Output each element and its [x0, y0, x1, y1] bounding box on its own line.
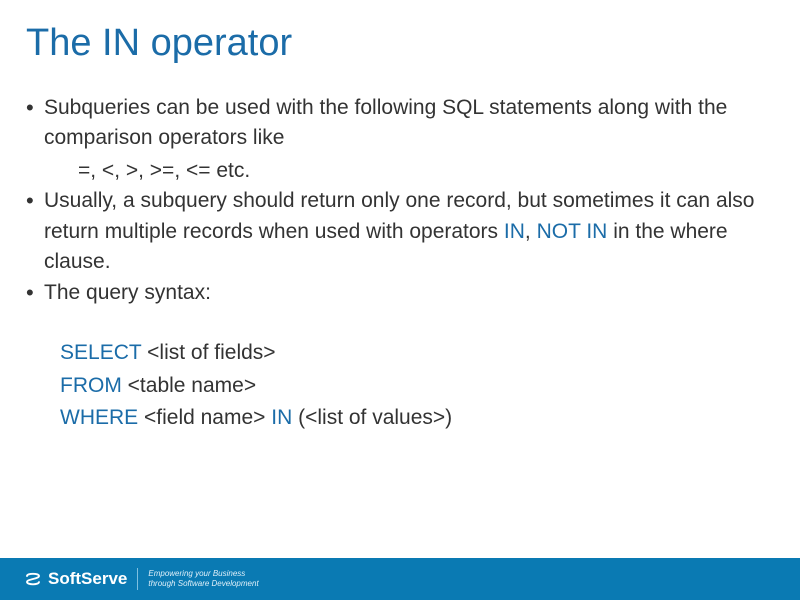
brand-logo: SoftServe	[24, 569, 127, 589]
keyword-in: IN	[271, 406, 292, 429]
bullet-subtext: =, <, >, >=, <= etc.	[44, 156, 774, 186]
bullet-text: ,	[525, 220, 537, 243]
bullet-text: Subqueries can be used with the followin…	[44, 96, 727, 149]
syntax-text: (<list of values>)	[292, 406, 452, 429]
keyword-from: FROM	[60, 374, 122, 397]
slide-title: The IN operator	[0, 0, 800, 73]
syntax-line: FROM <table name>	[60, 371, 774, 401]
bullet-item: Usually, a subquery should return only o…	[26, 186, 774, 277]
bullet-text: The query syntax:	[44, 281, 211, 304]
footer-divider	[137, 568, 138, 590]
bullet-item: Subqueries can be used with the followin…	[26, 93, 774, 186]
syntax-line: SELECT <list of fields>	[60, 338, 774, 368]
footer-bar: SoftServe Empowering your Business throu…	[0, 558, 800, 600]
brand-text: SoftServe	[48, 569, 127, 589]
syntax-text: <field name>	[138, 406, 271, 429]
syntax-text: <table name>	[122, 374, 256, 397]
keyword-where: WHERE	[60, 406, 138, 429]
footer-tagline: Empowering your Business through Softwar…	[148, 569, 258, 588]
slide-content: Subqueries can be used with the followin…	[0, 73, 800, 433]
keyword-not-in: NOT IN	[537, 220, 608, 243]
tagline-line: Empowering your Business	[148, 569, 258, 579]
bullet-item: The query syntax:	[26, 278, 774, 308]
softserve-icon	[24, 570, 42, 588]
syntax-line: WHERE <field name> IN (<list of values>)	[60, 403, 774, 433]
keyword-in: IN	[504, 220, 525, 243]
bullet-list: Subqueries can be used with the followin…	[26, 93, 774, 308]
tagline-line: through Software Development	[148, 579, 258, 589]
syntax-block: SELECT <list of fields> FROM <table name…	[26, 338, 774, 433]
syntax-text: <list of fields>	[141, 341, 275, 364]
keyword-select: SELECT	[60, 341, 141, 364]
